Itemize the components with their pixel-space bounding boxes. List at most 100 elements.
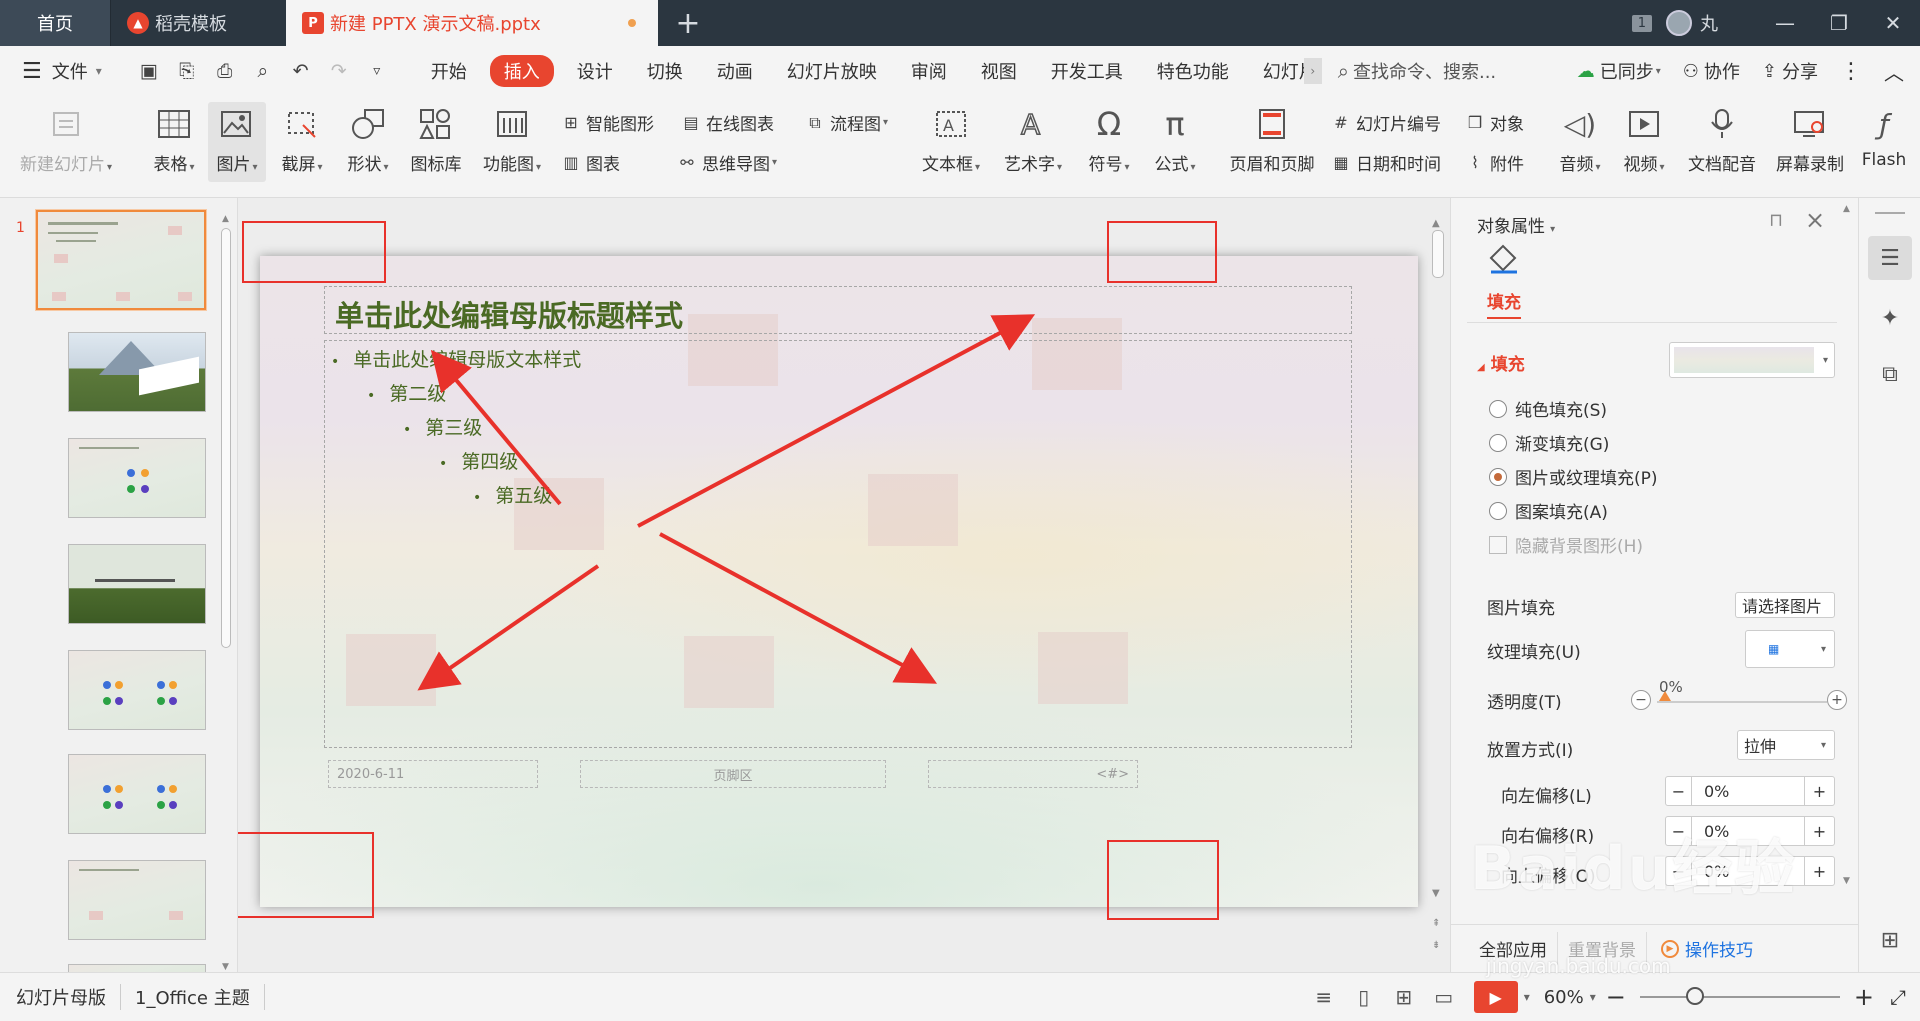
tab-slideshow[interactable]: 幻灯片放映 (770, 58, 894, 84)
new-slide-button[interactable]: 新建幻灯片 ▾ (14, 104, 118, 175)
radio-pattern-fill[interactable]: 图案填充(A) (1489, 498, 1608, 523)
icon-library-button[interactable]: 图标库 (404, 104, 468, 175)
datetime-button[interactable]: ▦ 日期和时间 (1330, 150, 1441, 175)
smart-art-button[interactable]: ⊞ 智能图形 (560, 110, 654, 135)
formula-button[interactable]: π 公式 ▾ (1148, 104, 1202, 175)
radio-gradient-fill[interactable]: 渐变填充(G) (1489, 430, 1609, 455)
grid-apps-icon[interactable]: ⊞ (1868, 918, 1912, 962)
placement-dropdown[interactable]: 拉伸 ▾ (1737, 730, 1835, 760)
tab-animation[interactable]: 动画 (700, 58, 770, 84)
zoom-level[interactable]: 60% (1544, 987, 1584, 1008)
panel-scrollbar[interactable]: ▲ ▼ (1843, 204, 1855, 920)
play-dropdown-icon[interactable]: ▾ (1524, 990, 1530, 1004)
zoom-slider[interactable] (1639, 987, 1840, 1005)
tab-design[interactable]: 设计 (560, 58, 630, 84)
properties-sliders-icon[interactable]: ☰ (1868, 236, 1912, 280)
video-button[interactable]: 视频 ▾ (1616, 104, 1672, 175)
redo-icon[interactable]: ↷ (320, 60, 358, 82)
table-button[interactable]: 表格 ▾ (146, 104, 202, 175)
textbox-button[interactable]: A 文本框 ▾ (916, 104, 986, 175)
offset-left-stepper[interactable]: −0% + (1665, 776, 1835, 806)
tab-document[interactable]: P 新建 PPTX 演示文稿.pptx (286, 0, 658, 46)
transparency-slider[interactable] (1657, 691, 1827, 703)
zoom-dropdown-icon[interactable]: ▾ (1590, 990, 1596, 1004)
minimize-button[interactable]: — (1758, 11, 1812, 35)
fill-section-header[interactable]: ◢ 填充 (1477, 350, 1525, 375)
slide-number-button[interactable]: # 幻灯片编号 (1330, 110, 1441, 135)
slide-thumbnail-layout[interactable] (68, 860, 206, 940)
zoom-handle[interactable] (1685, 987, 1704, 1005)
reading-view-icon[interactable]: ▭ (1424, 985, 1464, 1009)
slide-thumbnail-master[interactable] (35, 209, 207, 311)
copy-format-icon[interactable]: ⧉ (1868, 352, 1912, 396)
picture-button[interactable]: 图片 ▾ (208, 102, 266, 182)
sorter-view-icon[interactable]: ⊞ (1384, 985, 1424, 1009)
window-count-badge[interactable]: 1 (1631, 14, 1652, 32)
symbol-button[interactable]: Ω 符号 ▾ (1082, 104, 1136, 175)
notes-icon[interactable]: ≡ (1304, 985, 1344, 1009)
flash-button[interactable]: ƒ Flash (1856, 104, 1912, 171)
doc-voice-button[interactable]: 文档配音 (1684, 104, 1760, 175)
slide-thumbnail-layout[interactable] (68, 650, 206, 730)
slide-master[interactable]: 单击此处编辑母版标题样式 • 单击此处编辑母版文本样式 • 第二级 • 第三级 • 第四… (260, 256, 1418, 907)
normal-view-icon[interactable]: ▯ (1344, 985, 1384, 1009)
collaborate-button[interactable]: ⚇ 协作 (1683, 58, 1740, 84)
print-icon[interactable]: ⎙ (206, 60, 244, 82)
online-chart-button[interactable]: ▤ 在线图表 (680, 110, 774, 135)
mind-map-button[interactable]: ⚯ 思维导图 ▾ (676, 150, 777, 175)
panel-title[interactable]: 对象属性 ▾ (1477, 212, 1555, 237)
sync-status[interactable]: ☁ 已同步 ▾ (1577, 58, 1661, 84)
slide-thumbnail-layout[interactable] (68, 754, 206, 834)
object-button[interactable]: ❒ 对象 (1464, 110, 1524, 135)
tab-view[interactable]: 视图 (964, 58, 1034, 84)
zoom-out-button[interactable]: − (1606, 983, 1626, 1011)
slide-thumbnail-layout[interactable] (68, 544, 206, 624)
tab-home[interactable]: 首页 (0, 0, 110, 46)
tab-fill[interactable]: 填充 (1487, 288, 1521, 319)
user-name[interactable]: 丸 (1700, 10, 1718, 36)
tips-link[interactable]: ▶ 操作技巧 (1661, 936, 1753, 961)
customize-icon[interactable]: ▿ (358, 63, 396, 79)
user-avatar[interactable] (1666, 10, 1692, 36)
tabs-scroll-right-icon[interactable]: › (1303, 58, 1322, 84)
screenshot-button[interactable]: 截屏 ▾ (274, 104, 330, 175)
print-preview-icon[interactable]: ⌕ (244, 60, 282, 82)
more-options-icon[interactable]: ⋮ (1840, 59, 1862, 84)
fit-window-icon[interactable]: ⤢ (1890, 985, 1906, 1009)
tab-slide-truncated[interactable]: 幻灯片 (1246, 58, 1304, 84)
zoom-in-button[interactable]: + (1854, 983, 1874, 1011)
undo-icon[interactable]: ↶ (282, 60, 320, 82)
slide-thumbnail-layout[interactable] (68, 332, 206, 412)
wordart-button[interactable]: A 艺术字 ▾ (998, 104, 1068, 175)
tab-templates[interactable]: ▲ 稻壳模板 (110, 0, 286, 46)
collapse-ribbon-icon[interactable]: ︿ (1884, 57, 1904, 86)
tab-developer[interactable]: 开发工具 (1034, 58, 1140, 84)
fill-preview-dropdown[interactable]: ▾ (1669, 342, 1835, 378)
pin-icon[interactable]: ✦ (1868, 296, 1912, 340)
thumbnail-scrollbar[interactable]: ▲ ▼ (220, 214, 232, 972)
radio-solid-fill[interactable]: 纯色填充(S) (1489, 396, 1607, 421)
play-slideshow-button[interactable]: ▶ (1473, 981, 1518, 1013)
hide-background-checkbox[interactable]: 隐藏背景图形(H) (1489, 532, 1643, 557)
tab-start[interactable]: 开始 (414, 58, 484, 84)
audio-button[interactable]: ◁) 音频 ▾ (1552, 104, 1608, 176)
chart-button[interactable]: ▥ 图表 (560, 150, 620, 175)
function-chart-button[interactable]: 功能图 ▾ (476, 104, 548, 175)
lock-icon[interactable]: ⊓ (1769, 210, 1783, 231)
radio-picture-fill[interactable]: 图片或纹理填充(P) (1489, 464, 1658, 489)
export-icon[interactable]: ⎘ (168, 60, 206, 82)
attachment-button[interactable]: ⌇ 附件 (1464, 150, 1524, 175)
slide-thumbnail-layout[interactable] (68, 438, 206, 518)
choose-picture-button[interactable]: 请选择图片 (1735, 592, 1835, 618)
screen-record-button[interactable]: 屏幕录制 (1772, 104, 1848, 175)
transparency-decrease-button[interactable]: − (1631, 690, 1651, 710)
tab-transition[interactable]: 切换 (630, 58, 700, 84)
shape-button[interactable]: 形状 ▾ (340, 104, 396, 175)
file-menu[interactable]: ☰ 文件 ▾ (22, 58, 102, 84)
tab-review[interactable]: 审阅 (894, 58, 964, 84)
close-panel-icon[interactable]: × (1805, 206, 1825, 234)
share-button[interactable]: ⇪ 分享 (1762, 58, 1818, 84)
save-icon[interactable]: ▣ (130, 60, 168, 82)
close-window-button[interactable]: ✕ (1866, 11, 1920, 35)
tab-insert[interactable]: 插入 (489, 55, 554, 87)
